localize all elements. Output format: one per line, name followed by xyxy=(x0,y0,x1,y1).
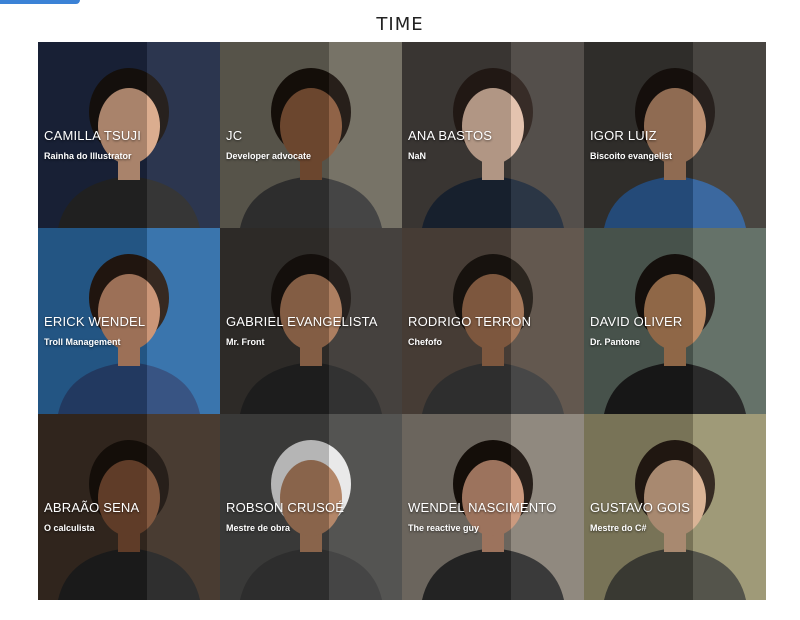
team-member-card[interactable]: WENDEL NASCIMENTO The reactive guy xyxy=(402,414,584,600)
team-member-card[interactable]: ERICK WENDEL Troll Management xyxy=(38,228,220,414)
member-role: O calculista xyxy=(44,523,95,533)
member-caption: WENDEL NASCIMENTO The reactive guy xyxy=(408,500,580,533)
member-role: Biscoito evangelist xyxy=(590,151,673,161)
member-role: The reactive guy xyxy=(408,523,480,533)
member-name: DAVID OLIVER xyxy=(590,314,683,329)
member-name: ABRAÃO SENA xyxy=(44,500,140,515)
section-title: TIME xyxy=(376,14,424,35)
team-member-card[interactable]: GUSTAVO GOIS Mestre do C# xyxy=(584,414,766,600)
member-caption: GUSTAVO GOIS Mestre do C# xyxy=(590,500,762,533)
member-name: GABRIEL EVANGELISTA xyxy=(226,314,378,329)
member-role: Troll Management xyxy=(44,337,121,347)
member-caption: DAVID OLIVER Dr. Pantone xyxy=(590,314,762,347)
member-name: ERICK WENDEL xyxy=(44,314,146,329)
member-caption: ANA BASTOS NaN xyxy=(408,128,580,161)
member-name: ANA BASTOS xyxy=(408,128,493,143)
team-member-card[interactable]: DAVID OLIVER Dr. Pantone xyxy=(584,228,766,414)
member-role: Dr. Pantone xyxy=(590,337,641,347)
member-role: NaN xyxy=(408,151,427,161)
team-member-card[interactable]: CAMILLA TSUJI Rainha do Illustrator xyxy=(38,42,220,228)
member-role: Rainha do Illustrator xyxy=(44,151,132,161)
member-caption: CAMILLA TSUJI Rainha do Illustrator xyxy=(44,128,216,161)
member-role: Mr. Front xyxy=(226,337,265,347)
member-name: WENDEL NASCIMENTO xyxy=(408,500,557,515)
member-role: Mestre de obra xyxy=(226,523,291,533)
member-name: GUSTAVO GOIS xyxy=(590,500,691,515)
member-role: Chefofo xyxy=(408,337,442,347)
member-caption: JC Developer advocate xyxy=(226,128,398,161)
member-caption: IGOR LUIZ Biscoito evangelist xyxy=(590,128,762,161)
team-member-card[interactable]: IGOR LUIZ Biscoito evangelist xyxy=(584,42,766,228)
team-member-card[interactable]: ROBSON CRUSOÉ Mestre de obra xyxy=(220,414,402,600)
member-name: ROBSON CRUSOÉ xyxy=(226,500,345,515)
member-name: CAMILLA TSUJI xyxy=(44,128,142,143)
member-caption: ABRAÃO SENA O calculista xyxy=(44,500,216,533)
team-grid: CAMILLA TSUJI Rainha do Illustrator JC D… xyxy=(38,42,766,600)
header-accent-bar xyxy=(0,0,80,4)
member-caption: RODRIGO TERRON Chefofo xyxy=(408,314,580,347)
member-caption: ROBSON CRUSOÉ Mestre de obra xyxy=(226,500,398,533)
member-role: Developer advocate xyxy=(226,151,312,161)
team-member-card[interactable]: ABRAÃO SENA O calculista xyxy=(38,414,220,600)
team-member-card[interactable]: JC Developer advocate xyxy=(220,42,402,228)
team-member-card[interactable]: ANA BASTOS NaN xyxy=(402,42,584,228)
team-member-card[interactable]: RODRIGO TERRON Chefofo xyxy=(402,228,584,414)
member-caption: ERICK WENDEL Troll Management xyxy=(44,314,216,347)
member-name: JC xyxy=(226,128,243,143)
member-name: RODRIGO TERRON xyxy=(408,314,532,329)
member-name: IGOR LUIZ xyxy=(590,128,657,143)
team-member-card[interactable]: GABRIEL EVANGELISTA Mr. Front xyxy=(220,228,402,414)
member-role: Mestre do C# xyxy=(590,523,647,533)
member-caption: GABRIEL EVANGELISTA Mr. Front xyxy=(226,314,398,347)
